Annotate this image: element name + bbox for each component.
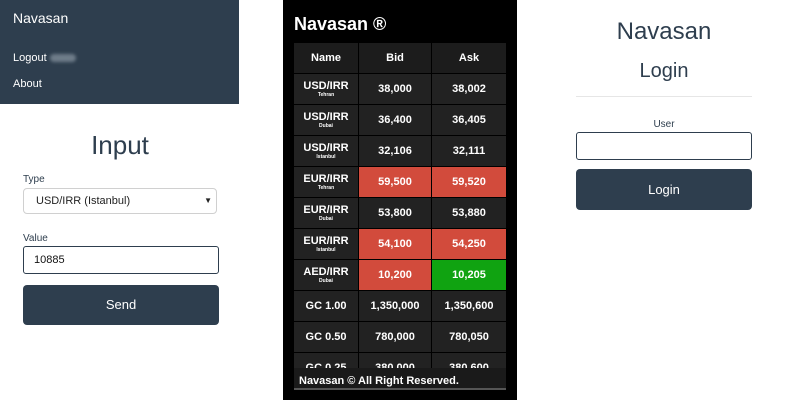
rate-name-cell: GC 1.00: [294, 291, 359, 321]
market-label: Istanbul: [316, 247, 336, 253]
pair-label: USD/IRR: [303, 80, 349, 92]
ask-cell-highlight: 54,250: [432, 229, 506, 259]
table-row: USD/IRR Dubai 36,400 36,405: [294, 105, 506, 135]
ask-value: 54,250: [452, 238, 486, 250]
pair-label: EUR/IRR: [303, 173, 349, 185]
market-label: Istanbul: [316, 154, 336, 160]
rate-name-cell: EUR/IRR Istanbul: [294, 229, 359, 259]
send-button[interactable]: Send: [23, 285, 219, 325]
logout-label: Logout: [13, 52, 47, 64]
ask-cell: 32,111: [432, 136, 506, 166]
table-row: GC 1.00 1,350,000 1,350,600: [294, 291, 506, 321]
market-label: Dubai: [319, 278, 333, 284]
rates-title: Navasan ®: [294, 14, 387, 34]
pair-label: AED/IRR: [303, 266, 349, 278]
pair-label: USD/IRR: [303, 111, 349, 123]
type-label: Type: [23, 174, 45, 185]
bid-value: 10,200: [378, 269, 412, 281]
bid-cell: 36,400: [359, 105, 432, 135]
value-label: Value: [23, 233, 48, 244]
pair-label: GC 0.50: [305, 331, 347, 343]
rates-table: Name Bid Ask USD/IRR Tehran 38,000 38,002…: [294, 43, 506, 384]
table-row: EUR/IRR Istanbul 54,100 54,250: [294, 229, 506, 259]
bid-cell-highlight: 59,500: [359, 167, 432, 197]
page-title: Input: [91, 130, 149, 160]
chevron-down-icon: ▼: [204, 196, 212, 205]
column-header-ask: Ask: [432, 43, 506, 73]
type-select[interactable]: USD/IRR (Istanbul) ▼: [23, 188, 217, 214]
value-input[interactable]: 10885: [23, 246, 219, 274]
rate-name-cell: AED/IRR Dubai: [294, 260, 359, 290]
type-select-value: USD/IRR (Istanbul): [36, 195, 131, 207]
ask-cell-highlight: 59,520: [432, 167, 506, 197]
rate-name-cell: USD/IRR Dubai: [294, 105, 359, 135]
user-label: User: [653, 119, 675, 130]
pair-label: GC 1.00: [305, 300, 347, 312]
market-label: Dubai: [319, 216, 333, 222]
table-row: GC 0.50 780,000 780,050: [294, 322, 506, 352]
rate-name-cell: USD/IRR Tehran: [294, 74, 359, 104]
ask-cell-highlight: 10,205: [432, 260, 506, 290]
ask-value: 780,050: [449, 331, 489, 343]
login-brand: Navasan: [616, 18, 712, 45]
bid-value: 36,400: [378, 114, 412, 126]
bid-cell: 780,000: [359, 322, 432, 352]
bid-value: 1,350,000: [370, 300, 420, 312]
login-button[interactable]: Login: [576, 169, 752, 210]
bid-value: 54,100: [378, 238, 412, 250]
ask-cell: 780,050: [432, 322, 506, 352]
bid-value: 32,106: [378, 145, 412, 157]
logout-link[interactable]: Logout: [13, 52, 76, 64]
market-label: Tehran: [317, 92, 335, 98]
ask-value: 32,111: [452, 145, 486, 157]
rates-footer: Navasan © All Right Reserved.: [294, 368, 506, 390]
pair-label: USD/IRR: [303, 142, 349, 154]
ask-cell: 53,880: [432, 198, 506, 228]
login-title: Login: [639, 60, 689, 82]
market-label: Dubai: [319, 123, 333, 129]
bid-value: 780,000: [375, 331, 415, 343]
ask-value: 53,880: [452, 207, 486, 219]
ask-cell: 36,405: [432, 105, 506, 135]
divider: [576, 96, 752, 97]
rates-panel: Navasan ® Name Bid Ask USD/IRR Tehran 38,…: [283, 0, 517, 400]
table-row: USD/IRR Istanbul 32,106 32,111: [294, 136, 506, 166]
table-row: EUR/IRR Dubai 53,800 53,880: [294, 198, 506, 228]
ask-cell: 1,350,600: [432, 291, 506, 321]
column-header-name: Name: [294, 43, 359, 73]
rate-name-cell: EUR/IRR Dubai: [294, 198, 359, 228]
bid-value: 59,500: [378, 176, 412, 188]
bid-value: 53,800: [378, 207, 412, 219]
bid-cell: 38,000: [359, 74, 432, 104]
ask-value: 10,205: [452, 269, 486, 281]
bid-cell-highlight: 54,100: [359, 229, 432, 259]
table-row: EUR/IRR Tehran 59,500 59,520: [294, 167, 506, 197]
ask-value: 38,002: [452, 83, 486, 95]
ask-value: 59,520: [452, 176, 486, 188]
column-header-bid: Bid: [359, 43, 432, 73]
bid-value: 38,000: [378, 83, 412, 95]
bid-cell: 1,350,000: [359, 291, 432, 321]
brand-name[interactable]: Navasan: [13, 10, 68, 26]
ask-value: 36,405: [452, 114, 486, 126]
table-header-row: Name Bid Ask: [294, 43, 506, 73]
ask-cell: 38,002: [432, 74, 506, 104]
pair-label: EUR/IRR: [303, 204, 349, 216]
table-row: USD/IRR Tehran 38,000 38,002: [294, 74, 506, 104]
rate-name-cell: USD/IRR Istanbul: [294, 136, 359, 166]
username-redacted: [49, 54, 76, 63]
bid-cell: 53,800: [359, 198, 432, 228]
table-row: AED/IRR Dubai 10,200 10,205: [294, 260, 506, 290]
top-navbar: Navasan Logout About: [0, 0, 239, 104]
rate-name-cell: EUR/IRR Tehran: [294, 167, 359, 197]
pair-label: EUR/IRR: [303, 235, 349, 247]
user-input[interactable]: [576, 132, 752, 160]
market-label: Tehran: [317, 185, 335, 191]
bid-cell: 32,106: [359, 136, 432, 166]
ask-value: 1,350,600: [444, 300, 494, 312]
about-link[interactable]: About: [13, 78, 42, 90]
rate-name-cell: GC 0.50: [294, 322, 359, 352]
bid-cell-highlight: 10,200: [359, 260, 432, 290]
